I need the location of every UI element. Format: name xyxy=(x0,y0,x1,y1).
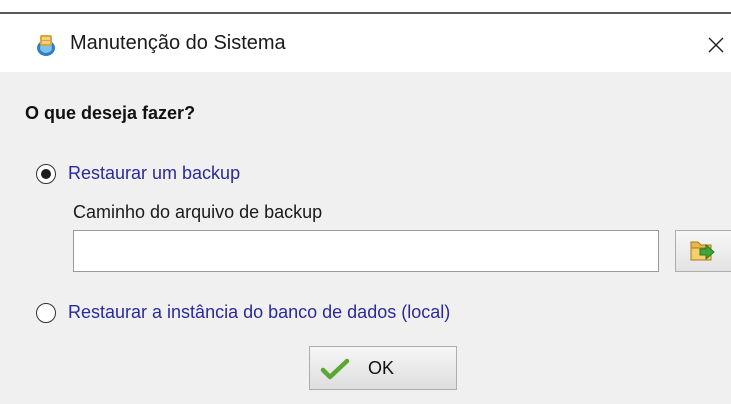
close-icon xyxy=(708,37,723,53)
close-button[interactable] xyxy=(700,28,731,62)
radio-restore-backup[interactable] xyxy=(36,164,56,184)
ok-button-label: OK xyxy=(368,358,395,378)
open-folder-icon xyxy=(690,241,715,261)
db-maintenance-icon xyxy=(35,33,57,57)
window-title: Manutenção do Sistema xyxy=(70,32,286,54)
check-icon xyxy=(320,358,350,380)
ok-button[interactable]: OK xyxy=(309,346,457,390)
radio-restore-instance[interactable] xyxy=(36,303,56,323)
radio-restore-instance-label[interactable]: Restaurar a instância do banco de dados … xyxy=(68,302,450,323)
backup-path-input[interactable] xyxy=(73,230,659,272)
radio-restore-backup-label[interactable]: Restaurar um backup xyxy=(68,163,240,184)
browse-button[interactable] xyxy=(675,230,731,272)
maintenance-dialog: Manutenção do Sistema O que deseja fazer… xyxy=(0,0,731,404)
backup-path-label: Caminho do arquivo de backup xyxy=(73,202,323,222)
question-heading: O que deseja fazer? xyxy=(25,103,196,123)
